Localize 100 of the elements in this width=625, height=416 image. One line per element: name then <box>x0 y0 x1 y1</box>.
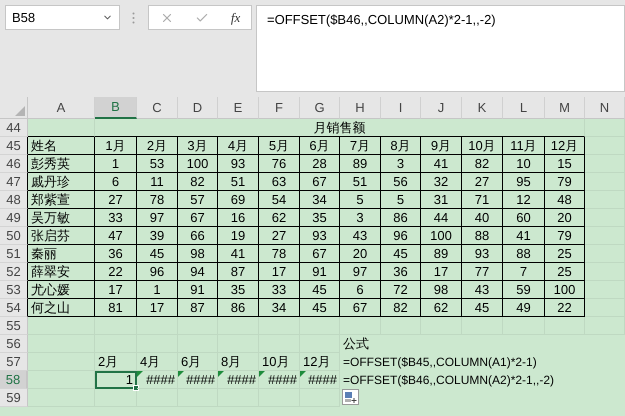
empty-cell[interactable] <box>137 317 178 335</box>
row-header[interactable]: 59 <box>0 389 28 407</box>
table-cell: 82 <box>381 299 421 317</box>
row-header[interactable]: 57 <box>0 353 28 371</box>
result-cell[interactable]: #### <box>300 371 340 389</box>
column-header[interactable]: F <box>259 97 300 119</box>
table-cell: 36 <box>95 245 137 263</box>
table-cell: 12 <box>503 191 545 209</box>
empty-cell[interactable] <box>585 119 625 137</box>
table-cell: 98 <box>421 281 462 299</box>
row-header[interactable]: 52 <box>0 263 28 281</box>
column-title-cell: 姓名 <box>28 137 95 155</box>
table-cell: 43 <box>340 227 381 245</box>
row-header[interactable]: 55 <box>0 317 28 335</box>
table-cell: 76 <box>259 155 300 173</box>
table-cell: 41 <box>218 245 259 263</box>
table-cell: 89 <box>421 245 462 263</box>
empty-cell[interactable] <box>585 191 625 209</box>
column-header[interactable]: M <box>545 97 585 119</box>
column-header[interactable]: B <box>95 97 137 119</box>
table-cell: 93 <box>218 155 259 173</box>
name-box[interactable]: B58 <box>5 5 120 30</box>
row-header[interactable]: 50 <box>0 227 28 245</box>
column-header[interactable]: I <box>381 97 421 119</box>
row-header[interactable]: 53 <box>0 281 28 299</box>
table-cell: 66 <box>178 227 218 245</box>
table-title: 月销售额 <box>95 119 585 137</box>
column-header[interactable]: K <box>462 97 503 119</box>
result-cell[interactable]: 1 <box>95 371 137 389</box>
empty-cell[interactable] <box>585 281 625 299</box>
empty-cell[interactable] <box>95 389 137 407</box>
table-cell: 33 <box>95 209 137 227</box>
fill-handle[interactable] <box>133 385 139 391</box>
table-cell: 51 <box>340 173 381 191</box>
empty-cell[interactable] <box>503 317 545 335</box>
table-cell: 20 <box>340 245 381 263</box>
empty-cell[interactable] <box>585 137 625 155</box>
table-cell: 6 <box>340 281 381 299</box>
table-cell: 87 <box>218 263 259 281</box>
empty-cell[interactable] <box>421 317 462 335</box>
result-cell[interactable]: #### <box>218 371 259 389</box>
row-header[interactable]: 44 <box>0 119 28 137</box>
empty-cell[interactable] <box>585 299 625 317</box>
column-header[interactable]: D <box>178 97 218 119</box>
table-cell: 35 <box>300 209 340 227</box>
empty-cell[interactable] <box>462 317 503 335</box>
insert-function-button[interactable]: fx <box>230 8 240 28</box>
empty-cell[interactable] <box>585 263 625 281</box>
column-header[interactable]: J <box>421 97 462 119</box>
empty-cell[interactable] <box>585 245 625 263</box>
empty-cell[interactable] <box>585 227 625 245</box>
row-header[interactable]: 54 <box>0 299 28 317</box>
empty-cell[interactable] <box>585 317 625 335</box>
paste-options-icon[interactable] <box>342 389 359 405</box>
table-cell: 82 <box>178 173 218 191</box>
row-header[interactable]: 48 <box>0 191 28 209</box>
row-header[interactable]: 58 <box>0 371 28 389</box>
table-cell: 67 <box>300 173 340 191</box>
result-cell[interactable]: #### <box>178 371 218 389</box>
result-cell[interactable]: #### <box>259 371 300 389</box>
table-cell: 97 <box>340 263 381 281</box>
empty-cell[interactable] <box>585 209 625 227</box>
table-cell: 62 <box>259 209 300 227</box>
column-header[interactable]: H <box>340 97 381 119</box>
table-cell: 1 <box>137 281 178 299</box>
formula-input[interactable]: =OFFSET($B46,,COLUMN(A2)*2-1,,-2) <box>256 5 625 92</box>
empty-cell[interactable] <box>340 317 381 335</box>
column-title-cell: 8月 <box>381 137 421 155</box>
column-header[interactable]: E <box>218 97 259 119</box>
empty-cell[interactable] <box>585 173 625 191</box>
row-header[interactable]: 46 <box>0 155 28 173</box>
name-cell: 薛翠安 <box>28 263 95 281</box>
empty-cell[interactable] <box>95 317 137 335</box>
empty-cell[interactable] <box>585 155 625 173</box>
table-cell: 28 <box>300 155 340 173</box>
empty-cell[interactable] <box>381 317 421 335</box>
empty-cell[interactable] <box>178 317 218 335</box>
table-cell: 60 <box>503 209 545 227</box>
column-header[interactable]: G <box>300 97 340 119</box>
row-header[interactable]: 56 <box>0 335 28 353</box>
result-cell[interactable]: #### <box>137 371 178 389</box>
name-cell: 彭秀英 <box>28 155 95 173</box>
table-cell: 88 <box>462 227 503 245</box>
empty-cell[interactable] <box>300 317 340 335</box>
row-header[interactable]: 49 <box>0 209 28 227</box>
row-header[interactable]: 45 <box>0 137 28 155</box>
table-cell: 96 <box>137 263 178 281</box>
table-cell: 22 <box>545 299 585 317</box>
empty-cell[interactable] <box>545 317 585 335</box>
table-cell: 78 <box>137 191 178 209</box>
empty-cell[interactable] <box>218 317 259 335</box>
column-header[interactable]: L <box>503 97 545 119</box>
column-header[interactable]: N <box>585 97 625 119</box>
select-all-icon[interactable] <box>15 106 25 116</box>
column-header[interactable]: C <box>137 97 178 119</box>
empty-cell[interactable] <box>137 389 178 407</box>
row-header[interactable]: 47 <box>0 173 28 191</box>
table-cell: 25 <box>545 245 585 263</box>
empty-cell[interactable] <box>259 317 300 335</box>
row-header[interactable]: 51 <box>0 245 28 263</box>
